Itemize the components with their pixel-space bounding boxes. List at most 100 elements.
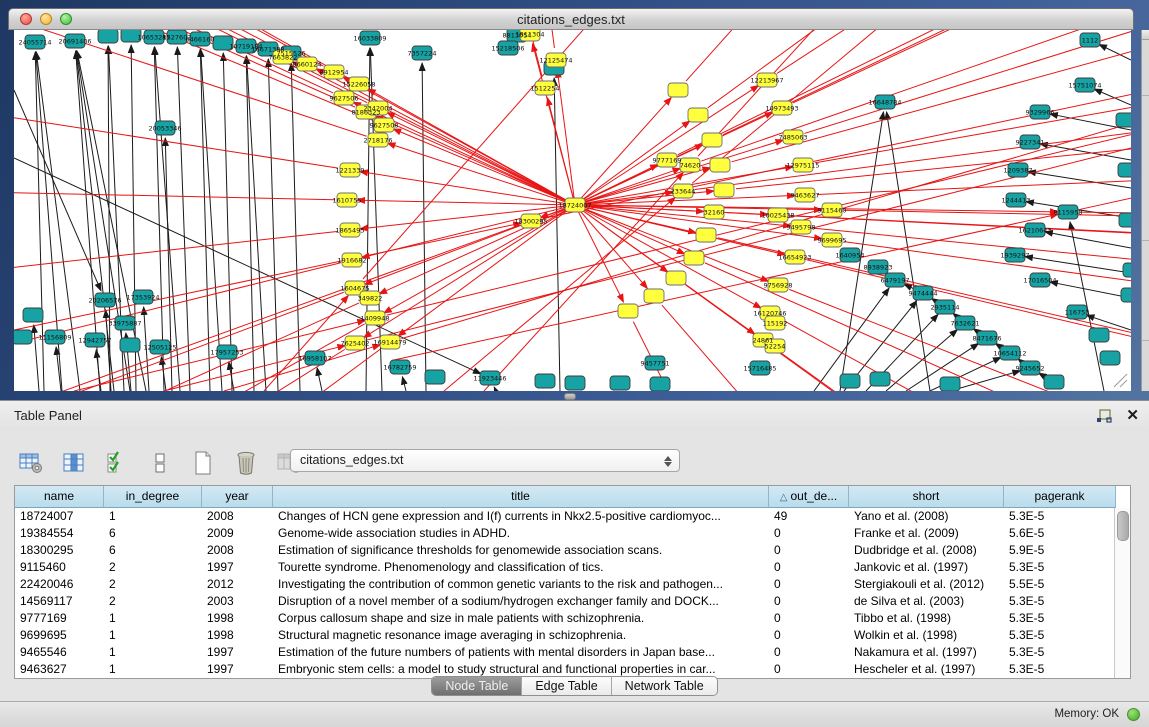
graph-edge[interactable] xyxy=(357,200,575,205)
table-cell-in_degree[interactable]: 1 xyxy=(104,508,202,525)
table-cell-name[interactable]: 18724007 xyxy=(15,508,104,525)
graph-edge[interactable] xyxy=(575,205,624,302)
graph-node[interactable] xyxy=(425,370,445,384)
graph-edge[interactable] xyxy=(887,112,930,391)
column-header-name[interactable]: name xyxy=(15,486,104,508)
table-cell-year[interactable]: 2012 xyxy=(202,576,273,593)
table-cell-pagerank[interactable]: 5.3E-5 xyxy=(1004,559,1116,576)
table-cell-out_degree[interactable]: 0 xyxy=(769,644,849,661)
table-cell-name[interactable]: 19384554 xyxy=(15,525,104,542)
graph-edge[interactable] xyxy=(554,78,560,391)
graph-edge[interactable] xyxy=(815,30,1131,163)
graph-node[interactable] xyxy=(1121,288,1131,302)
table-row[interactable]: 2242004622012Investigating the contribut… xyxy=(15,576,1130,593)
graph-node[interactable] xyxy=(98,30,118,43)
graph-node[interactable] xyxy=(14,330,32,344)
table-cell-out_degree[interactable]: 0 xyxy=(769,627,849,644)
table-cell-in_degree[interactable]: 1 xyxy=(104,644,202,661)
graph-edge[interactable] xyxy=(692,30,1131,183)
table-cell-title[interactable]: Corpus callosum shape and size in male p… xyxy=(273,610,769,627)
graph-edge[interactable] xyxy=(777,30,1131,73)
table-cell-title[interactable]: Structural magnetic resonance image aver… xyxy=(273,627,769,644)
graph-edge[interactable] xyxy=(154,47,164,391)
column-header-in_degree[interactable]: in_degree xyxy=(104,486,202,508)
graph-edge[interactable] xyxy=(1028,172,1131,188)
tab-node-table[interactable]: Node Table xyxy=(432,677,522,695)
graph-edge[interactable] xyxy=(1045,232,1131,248)
table-cell-out_degree[interactable]: 0 xyxy=(769,542,849,559)
graph-edge[interactable] xyxy=(14,180,335,199)
graph-edge[interactable] xyxy=(402,377,406,391)
table-row[interactable]: 1938455462009Genome-wide association stu… xyxy=(15,525,1130,542)
table-cell-name[interactable]: 9465546 xyxy=(15,644,104,661)
table-cell-title[interactable]: Genome-wide association studies in ADHD. xyxy=(273,525,769,542)
table-row[interactable]: 1830029562008Estimation of significance … xyxy=(15,542,1130,559)
citation-graph[interactable]: 1872400724055714206914061065328715276026… xyxy=(14,30,1131,391)
graph-node[interactable] xyxy=(710,158,730,172)
graph-edge[interactable] xyxy=(14,263,340,391)
column-header-pagerank[interactable]: pagerank xyxy=(1004,486,1116,508)
table-cell-title[interactable]: Changes of HCN gene expression and I(f) … xyxy=(273,508,769,525)
table-cell-short[interactable]: Stergiakouli et al. (2012) xyxy=(849,576,1004,593)
column-header-title[interactable]: title xyxy=(273,486,769,508)
delete-table-icon[interactable] xyxy=(233,450,259,476)
table-row[interactable]: 1456911722003Disruption of a novel membe… xyxy=(15,593,1130,610)
table-cell-name[interactable]: 9699695 xyxy=(15,627,104,644)
table-row[interactable]: 946554611997Estimation of the future num… xyxy=(15,644,1130,661)
column-visibility-icon[interactable] xyxy=(61,450,87,476)
table-cell-out_degree[interactable]: 0 xyxy=(769,525,849,542)
column-header-out_degree[interactable]: △out_de... xyxy=(769,486,849,508)
graph-edge[interactable] xyxy=(633,322,1030,391)
graph-edge[interactable] xyxy=(422,63,426,391)
graph-node[interactable] xyxy=(1123,263,1131,277)
graph-node[interactable] xyxy=(644,289,664,303)
close-panel-icon[interactable]: ✕ xyxy=(1126,407,1139,425)
graph-edge[interactable] xyxy=(1094,89,1131,105)
table-row[interactable]: 969969511998Structural magnetic resonanc… xyxy=(15,627,1130,644)
graph-node[interactable] xyxy=(870,372,890,386)
table-cell-pagerank[interactable]: 5.3E-5 xyxy=(1004,627,1116,644)
graph-node[interactable] xyxy=(684,251,704,265)
graph-node[interactable] xyxy=(535,374,555,388)
graph-edge[interactable] xyxy=(14,303,359,391)
table-cell-short[interactable]: Wolkin et al. (1998) xyxy=(849,627,1004,644)
table-cell-name[interactable]: 9777169 xyxy=(15,610,104,627)
table-cell-out_degree[interactable]: 0 xyxy=(769,610,849,627)
graph-node[interactable] xyxy=(23,308,43,322)
table-cell-short[interactable]: Jankovic et al. (1997) xyxy=(849,559,1004,576)
graph-edge[interactable] xyxy=(547,98,575,205)
graph-node[interactable] xyxy=(565,376,585,390)
table-cell-year[interactable]: 2009 xyxy=(202,525,273,542)
graph-edge[interactable] xyxy=(14,231,338,329)
graph-edge[interactable] xyxy=(387,106,1131,315)
table-cell-out_degree[interactable]: 0 xyxy=(769,576,849,593)
table-cell-year[interactable]: 1997 xyxy=(202,559,273,576)
table-cell-in_degree[interactable]: 6 xyxy=(104,542,202,559)
table-cell-in_degree[interactable]: 1 xyxy=(104,627,202,644)
graph-node[interactable] xyxy=(702,133,722,147)
table-cell-in_degree[interactable]: 2 xyxy=(104,576,202,593)
table-cell-year[interactable]: 1997 xyxy=(202,644,273,661)
graph-edge[interactable] xyxy=(375,116,575,205)
graph-node[interactable] xyxy=(668,83,688,97)
table-cell-pagerank[interactable]: 5.5E-5 xyxy=(1004,576,1116,593)
table-cell-title[interactable]: Disruption of a novel member of a sodium… xyxy=(273,593,769,610)
table-cell-name[interactable]: 18300295 xyxy=(15,542,104,559)
scrollbar-thumb[interactable] xyxy=(1117,511,1129,541)
graph-node[interactable] xyxy=(1089,328,1109,342)
table-cell-short[interactable]: Tibbo et al. (1998) xyxy=(849,610,1004,627)
graph-node[interactable] xyxy=(618,304,638,318)
graph-edge[interactable] xyxy=(387,112,575,205)
graph-edge[interactable] xyxy=(246,56,254,391)
graph-node[interactable] xyxy=(1116,113,1131,127)
graph-node[interactable] xyxy=(1044,375,1064,389)
table-cell-year[interactable]: 1998 xyxy=(202,627,273,644)
tab-network-table[interactable]: Network Table xyxy=(612,677,717,695)
graph-edge[interactable] xyxy=(494,387,496,391)
graph-node[interactable] xyxy=(1118,163,1131,177)
graph-node[interactable] xyxy=(666,271,686,285)
graph-edge[interactable] xyxy=(247,56,266,391)
column-header-year[interactable]: year xyxy=(202,486,273,508)
graph-edge[interactable] xyxy=(817,156,1131,195)
table-cell-short[interactable]: Yano et al. (2008) xyxy=(849,508,1004,525)
